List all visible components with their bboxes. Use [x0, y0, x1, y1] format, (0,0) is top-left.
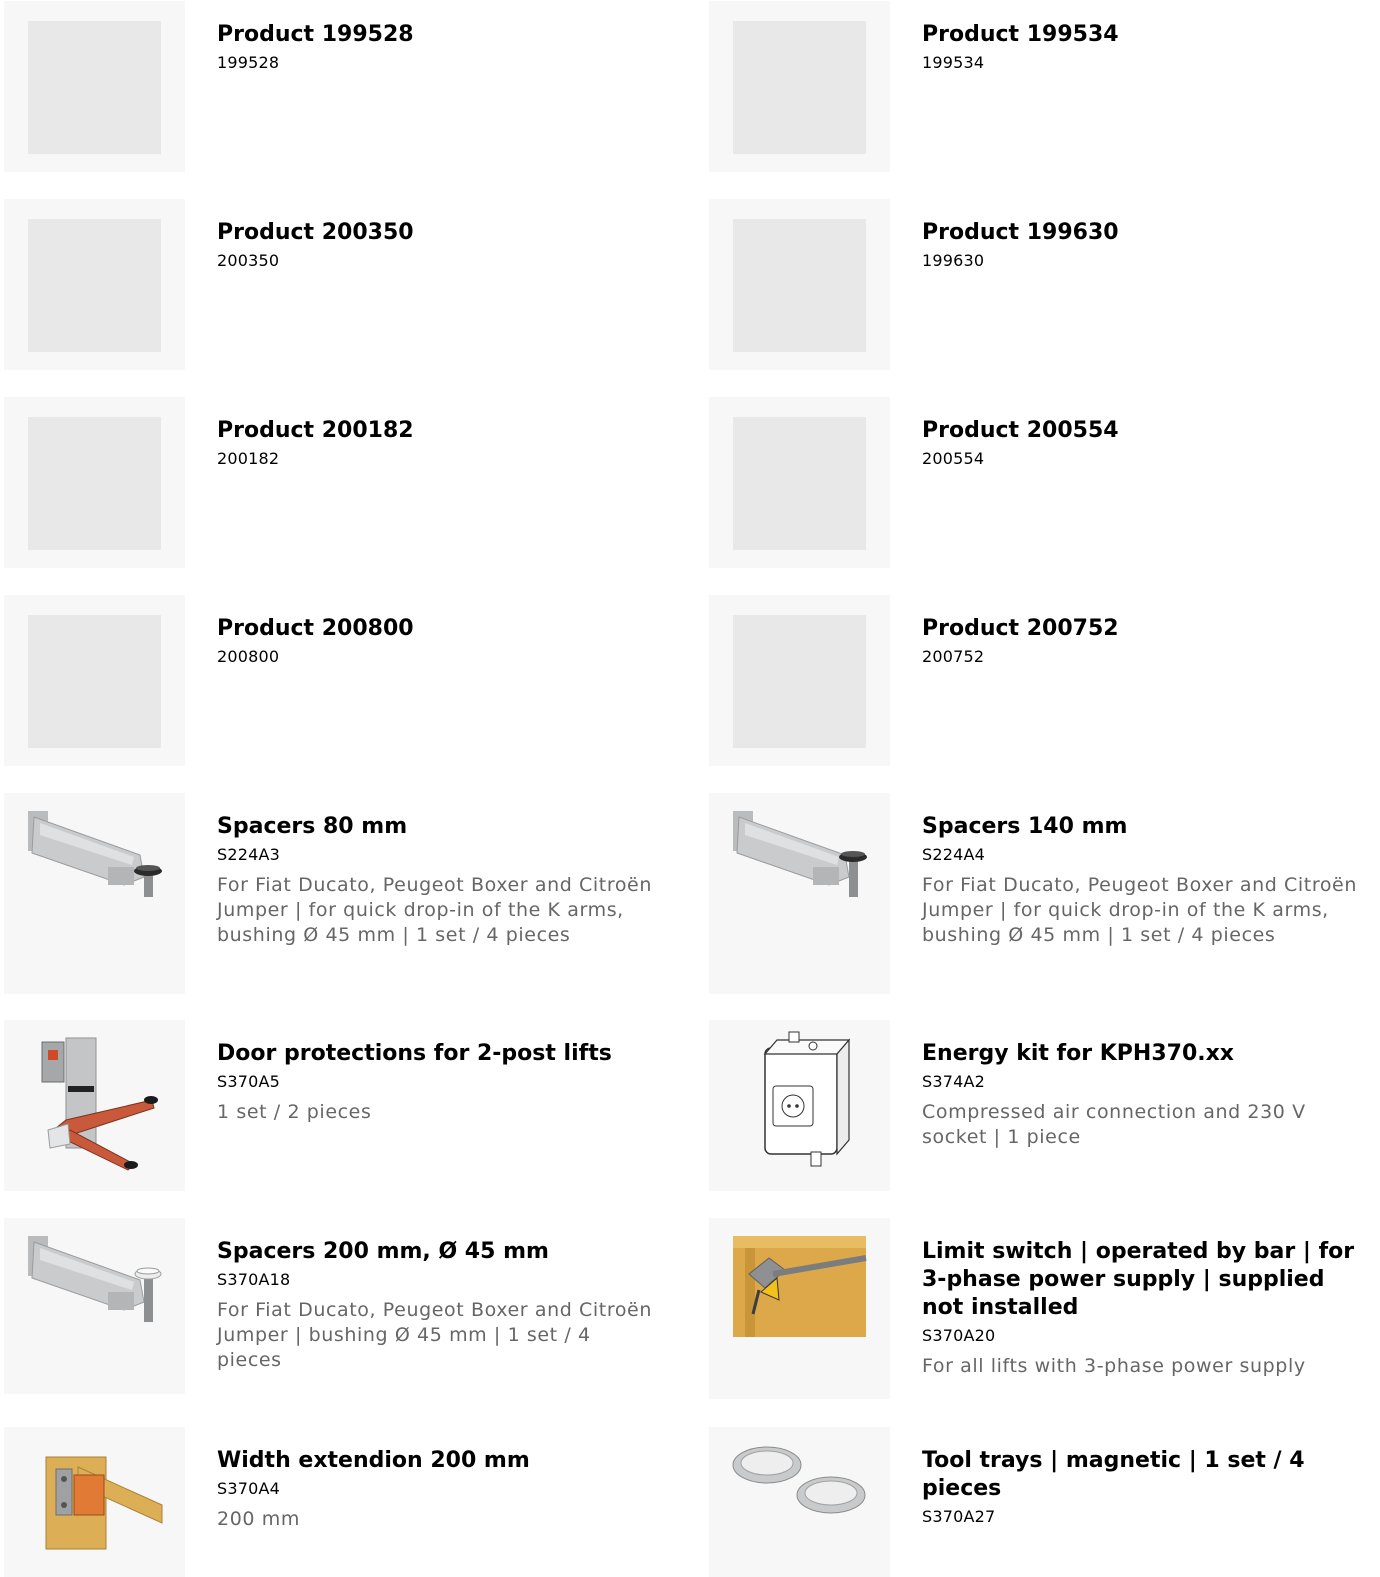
tool-trays-icon — [732, 1446, 866, 1514]
product-card[interactable]: Product 199534 199534 — [709, 1, 1369, 172]
product-card[interactable]: Product 199630 199630 — [709, 199, 1369, 370]
product-sku: S370A18 — [217, 1270, 291, 1289]
product-description: Compressed air connection and 230 V sock… — [922, 1101, 1306, 1148]
product-sku: 199534 — [922, 53, 985, 72]
energy-box-icon — [763, 1031, 851, 1167]
product-image-placeholder[interactable] — [4, 1, 185, 172]
product-title[interactable]: Product 199534 — [922, 21, 1362, 49]
product-sku: 200182 — [217, 449, 280, 468]
product-sku: 199630 — [922, 251, 985, 270]
product-sku: 200350 — [217, 251, 280, 270]
product-title[interactable]: Product 199528 — [217, 21, 657, 49]
product-sku: 200554 — [922, 449, 985, 468]
product-title[interactable]: Spacers 140 mm — [922, 813, 1362, 841]
product-title[interactable]: Spacers 200 mm, Ø 45 mm — [217, 1238, 657, 1266]
product-card[interactable]: Door protections for 2-post lifts S370A5… — [4, 1020, 664, 1191]
product-card[interactable]: Product 200800 200800 — [4, 595, 664, 766]
product-image-placeholder[interactable] — [4, 199, 185, 370]
lift-arm-icon — [28, 1236, 162, 1322]
product-card[interactable]: Product 199528 199528 — [4, 1, 664, 172]
product-image-placeholder[interactable] — [709, 595, 890, 766]
product-description: For Fiat Ducato, Peugeot Boxer and Citro… — [217, 1299, 652, 1371]
product-card[interactable]: Spacers 140 mm S224A4 For Fiat Ducato, P… — [709, 793, 1369, 994]
product-card[interactable]: Energy kit for KPH370.xx S374A2 Compress… — [709, 1020, 1369, 1191]
product-description: For all lifts with 3-phase power supply — [922, 1355, 1306, 1377]
product-sku: 200800 — [217, 647, 280, 666]
product-title[interactable]: Spacers 80 mm — [217, 813, 657, 841]
product-description: 200 mm — [217, 1508, 300, 1530]
product-title[interactable]: Door protections for 2-post lifts — [217, 1040, 657, 1068]
product-title[interactable]: Product 200752 — [922, 615, 1362, 643]
product-image[interactable] — [709, 793, 890, 994]
width-extension-icon — [45, 1456, 163, 1550]
product-card[interactable]: Product 200350 200350 — [4, 199, 664, 370]
limit-switch-icon — [733, 1236, 867, 1337]
product-sku: S370A20 — [922, 1326, 996, 1345]
product-sku: S370A4 — [217, 1479, 281, 1498]
product-card[interactable]: Spacers 80 mm S224A3 For Fiat Ducato, Pe… — [4, 793, 664, 994]
product-card[interactable]: Product 200752 200752 — [709, 595, 1369, 766]
product-card[interactable]: Product 200554 200554 — [709, 397, 1369, 568]
product-image-placeholder[interactable] — [709, 397, 890, 568]
product-card[interactable]: Width extendion 200 mm S370A4 200 mm — [4, 1427, 664, 1577]
product-image-placeholder[interactable] — [4, 595, 185, 766]
product-image-placeholder[interactable] — [4, 397, 185, 568]
product-image[interactable] — [709, 1427, 890, 1577]
product-image[interactable] — [4, 1020, 185, 1191]
product-title[interactable]: Tool trays | magnetic | 1 set / 4 pieces — [922, 1447, 1367, 1503]
lift-arm-icon — [733, 811, 867, 897]
product-sku: S370A5 — [217, 1072, 281, 1091]
product-title[interactable]: Energy kit for KPH370.xx — [922, 1040, 1362, 1068]
product-sku: S370A27 — [922, 1507, 996, 1526]
product-image-placeholder[interactable] — [709, 1, 890, 172]
product-title[interactable]: Product 200350 — [217, 219, 657, 247]
product-grid: Product 199528 199528 Product 199534 199… — [0, 0, 1380, 1577]
product-image[interactable] — [709, 1218, 890, 1399]
product-card[interactable]: Limit switch | operated by bar | for 3-p… — [709, 1218, 1369, 1399]
product-title[interactable]: Product 200182 — [217, 417, 657, 445]
product-title[interactable]: Product 199630 — [922, 219, 1362, 247]
product-description: For Fiat Ducato, Peugeot Boxer and Citro… — [922, 874, 1357, 946]
product-title[interactable]: Product 200800 — [217, 615, 657, 643]
product-title[interactable]: Width extendion 200 mm — [217, 1447, 657, 1475]
product-image-placeholder[interactable] — [709, 199, 890, 370]
product-image[interactable] — [709, 1020, 890, 1191]
product-sku: 200752 — [922, 647, 985, 666]
product-card[interactable]: Spacers 200 mm, Ø 45 mm S370A18 For Fiat… — [4, 1218, 664, 1394]
product-card[interactable]: Tool trays | magnetic | 1 set / 4 pieces… — [709, 1427, 1369, 1577]
product-image[interactable] — [4, 793, 185, 994]
product-sku: S224A3 — [217, 845, 281, 864]
lift-arm-icon — [28, 811, 162, 897]
product-sku: S374A2 — [922, 1072, 986, 1091]
lift-post-icon — [41, 1037, 158, 1171]
product-description: 1 set / 2 pieces — [217, 1101, 372, 1123]
product-card[interactable]: Product 200182 200182 — [4, 397, 664, 568]
product-sku: 199528 — [217, 53, 280, 72]
product-title[interactable]: Limit switch | operated by bar | for 3-p… — [922, 1238, 1367, 1322]
product-sku: S224A4 — [922, 845, 986, 864]
product-image[interactable] — [4, 1427, 185, 1577]
product-title[interactable]: Product 200554 — [922, 417, 1362, 445]
product-description: For Fiat Ducato, Peugeot Boxer and Citro… — [217, 874, 652, 946]
product-image[interactable] — [4, 1218, 185, 1394]
